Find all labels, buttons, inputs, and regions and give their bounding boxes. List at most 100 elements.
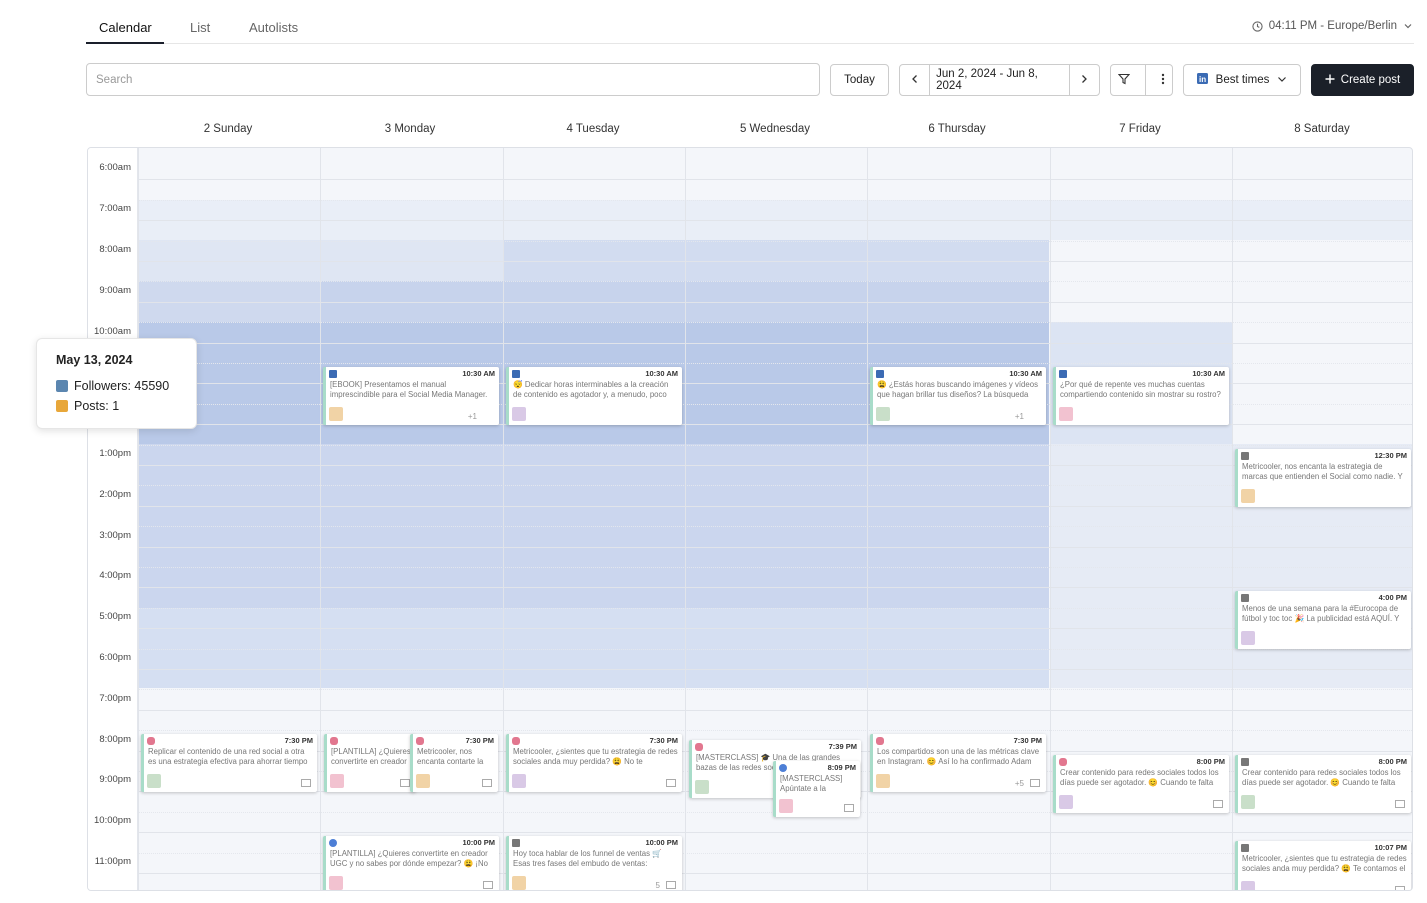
scheduled-post[interactable]: [PLANTILLA] ¿Quieres convertirte en crea… xyxy=(324,734,416,793)
post-thumbnail xyxy=(147,774,161,789)
grid-preview-icon[interactable] xyxy=(301,779,311,788)
day-divider xyxy=(138,148,139,890)
time-label: 1:00pm xyxy=(99,448,131,459)
today-button[interactable]: Today xyxy=(830,64,889,96)
time-label: 7:00pm xyxy=(99,692,131,704)
grid-preview-icon[interactable] xyxy=(400,779,410,788)
scheduled-post[interactable]: 8:09 PM[MASTERCLASS] Apúntate a la Maste… xyxy=(773,760,860,817)
post-thumbnail xyxy=(876,774,890,789)
half-hour-line xyxy=(88,363,1412,364)
tooltip-followers-row: Followers: 45590 xyxy=(56,379,169,393)
tab-calendar[interactable]: Calendar xyxy=(99,20,152,35)
day-divider xyxy=(503,148,504,890)
scheduled-post[interactable]: 10:07 PM Metricooler, ¿sientes que tu est… xyxy=(1235,840,1411,890)
time-label: 8:00am xyxy=(99,244,131,255)
time-column: 6:00am7:00am8:00am9:00am10:00am11:00am12… xyxy=(88,148,138,890)
post-text: 😴 Dedicar horas interminables a la creac… xyxy=(513,380,669,399)
grid-preview-icon[interactable] xyxy=(1395,799,1405,808)
instagram-icon xyxy=(512,737,520,746)
create-post-label: Create post xyxy=(1340,74,1401,86)
grid-preview-icon[interactable] xyxy=(1395,885,1405,890)
post-extra-count: +1 xyxy=(1014,412,1024,421)
create-post-button[interactable]: Create post xyxy=(1311,64,1414,96)
grid-preview-icon[interactable] xyxy=(844,803,854,812)
grid-preview-icon[interactable] xyxy=(483,881,493,890)
scheduled-post[interactable]: 10:30 AM 😴 Dedicar horas interminables a … xyxy=(506,367,682,425)
scheduled-post[interactable]: 10:30 AM 😩 ¿Estás horas buscando imágenes… xyxy=(870,367,1046,425)
grid-preview-icon[interactable] xyxy=(666,881,676,890)
scheduled-post[interactable]: 4:00 PM Menos de una semana para la #Euro… xyxy=(1235,591,1411,650)
scheduled-post[interactable]: 10:00 PM [PLANTILLA] ¿Quieres convertirte… xyxy=(323,836,499,890)
filter-icon xyxy=(1118,73,1131,88)
day-header: 5 Wednesday xyxy=(739,123,811,135)
grid-preview-icon[interactable] xyxy=(1213,799,1223,808)
next-week-button[interactable] xyxy=(1070,74,1099,87)
half-hour-line xyxy=(88,567,1412,568)
post-time: 8:00 PM xyxy=(1378,756,1407,766)
post-thumbnail xyxy=(1241,488,1255,503)
time-label: 2:00pm xyxy=(99,488,131,500)
scheduled-post[interactable]: 7:30 PM Metricooler, nos encanta contarte… xyxy=(410,734,498,793)
scheduled-post[interactable]: 7:30 PM Metricooler, ¿sientes que tu estr… xyxy=(506,734,682,793)
scheduled-post[interactable]: 10:30 AM [EBOOK] Presentamos el manual im… xyxy=(323,367,499,425)
scheduled-post[interactable]: 8:00 PM Crear contenido para redes social… xyxy=(1053,754,1229,813)
chevron-down-icon xyxy=(1277,74,1287,87)
time-label: 6:00am xyxy=(99,162,131,174)
instagram-icon xyxy=(330,737,338,746)
day-header: 6 Thursday xyxy=(928,123,986,135)
linkedin-icon: in xyxy=(1196,73,1208,87)
post-text: [EBOOK] Presentamos el manual imprescind… xyxy=(330,380,488,399)
x-icon xyxy=(1241,451,1249,460)
day-divider xyxy=(1232,148,1233,890)
time-label: 3:00pm xyxy=(99,529,131,541)
post-text: Hoy toca hablar de los funnel de ventas … xyxy=(513,849,662,869)
scheduled-post[interactable]: 7:30 PM Replicar el contenido de una red … xyxy=(141,734,317,793)
hour-line xyxy=(88,873,1412,874)
linkedin-icon xyxy=(876,370,884,378)
timezone-selector[interactable]: 04:11 PM - Europe/Berlin xyxy=(1252,20,1413,32)
grid-preview-icon[interactable] xyxy=(666,779,676,788)
instagram-icon xyxy=(147,737,155,746)
scheduled-post[interactable]: 7:30 PM Los compartidos son una de las mé… xyxy=(870,734,1046,793)
half-hour-line xyxy=(88,526,1412,528)
scheduled-post[interactable]: 8:00 PM Crear contenido para redes social… xyxy=(1235,754,1411,813)
hour-line xyxy=(88,179,1412,181)
scheduled-post[interactable]: 10:30 AM ¿Por qué de repente ves muchas c… xyxy=(1053,367,1229,425)
scheduled-post[interactable]: 12:30 PM Metricooler, nos encanta la estr… xyxy=(1235,448,1411,507)
prev-week-button[interactable] xyxy=(900,74,929,87)
filter-button[interactable] xyxy=(1118,73,1131,88)
day-divider xyxy=(1050,148,1051,890)
time-label: 5:00pm xyxy=(99,611,131,623)
half-hour-line xyxy=(88,240,1412,242)
post-thumbnail xyxy=(695,780,709,795)
post-time: 10:30 AM xyxy=(645,369,678,378)
day-header: 4 Tuesday xyxy=(566,123,620,135)
svg-text:in: in xyxy=(1199,75,1206,84)
week-grid[interactable]: 6:00am7:00am8:00am9:00am10:00am11:00am12… xyxy=(87,147,1413,891)
best-times-selector[interactable]: in Best times xyxy=(1183,64,1301,96)
x-icon xyxy=(1241,594,1249,603)
day-header: 7 Friday xyxy=(1119,123,1161,135)
posts-swatch xyxy=(56,400,68,412)
time-label: 9:00pm xyxy=(99,774,131,786)
tab-autolists[interactable]: Autolists xyxy=(249,20,298,35)
hour-line xyxy=(88,505,1412,507)
linkedin-icon xyxy=(1059,370,1067,378)
grid-preview-icon[interactable] xyxy=(482,779,492,788)
time-label: 10:00pm xyxy=(94,815,131,827)
post-text: Crear contenido para redes sociales todo… xyxy=(1060,767,1219,787)
search-input[interactable] xyxy=(86,63,820,96)
grid-preview-icon[interactable] xyxy=(1030,779,1040,788)
scheduled-post[interactable]: 10:00 PM Hoy toca hablar de los funnel de… xyxy=(506,836,682,890)
day-header: 3 Monday xyxy=(384,123,436,135)
half-hour-line xyxy=(88,607,1412,609)
date-range-label[interactable]: Jun 2, 2024 - Jun 8, 2024 xyxy=(929,65,1070,95)
half-hour-line xyxy=(88,689,1412,691)
best-times-tooltip: May 13, 2024 Followers: 45590 Posts: 1 xyxy=(36,338,197,429)
more-vertical-icon xyxy=(1161,73,1165,88)
post-text: [PLANTILLA] ¿Quieres convertirte en crea… xyxy=(331,747,411,767)
post-thumbnail xyxy=(329,407,343,421)
tab-list[interactable]: List xyxy=(190,20,210,35)
more-options-button[interactable] xyxy=(1161,73,1165,88)
clock-icon xyxy=(1252,20,1263,32)
